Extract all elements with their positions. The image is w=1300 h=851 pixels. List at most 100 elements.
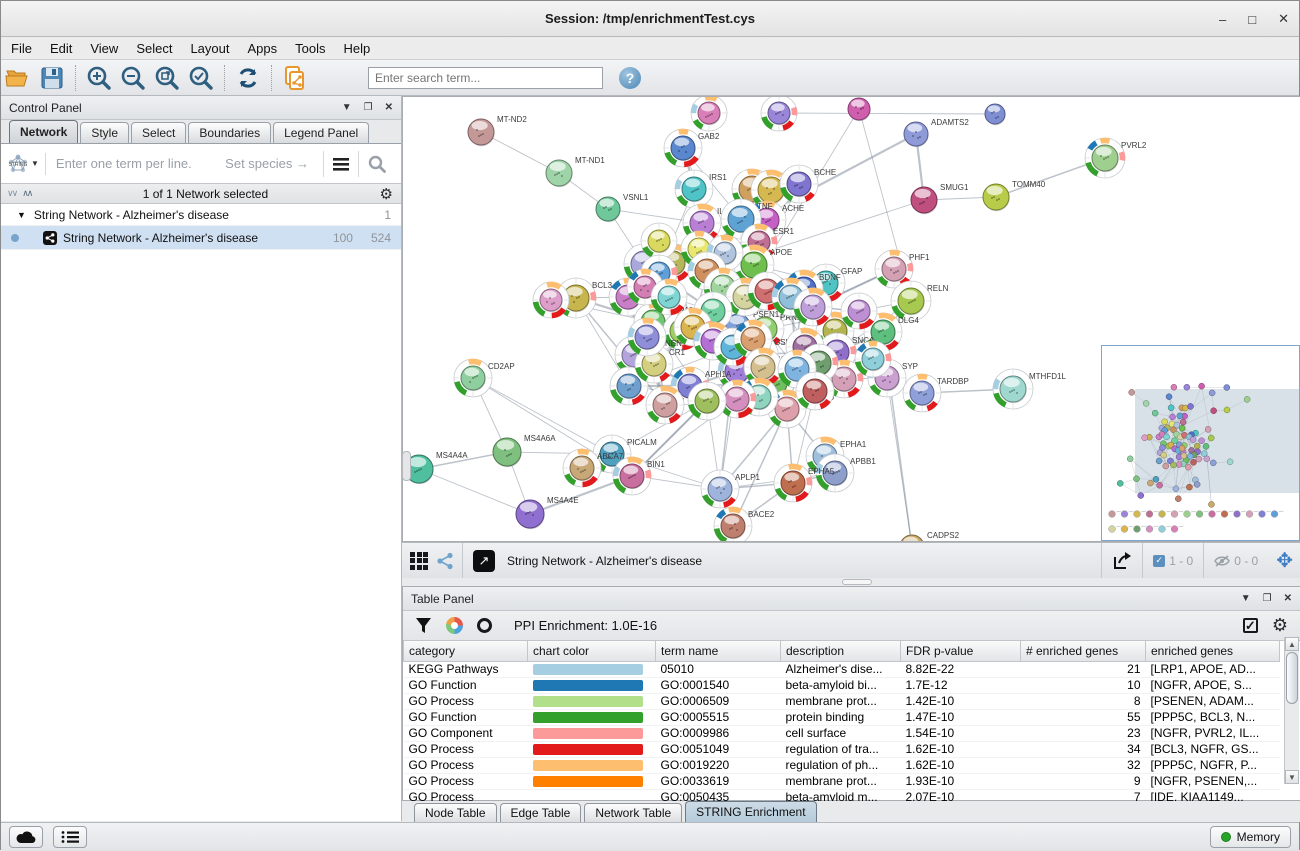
column-header-fdr-p-value[interactable]: FDR p-value (901, 641, 1021, 661)
open-in-string-icon[interactable]: ↗ (473, 550, 495, 572)
menu-layout[interactable]: Layout (190, 41, 229, 56)
network-node[interactable]: MS4A4E (516, 496, 579, 529)
network-collection-row[interactable]: ▼ String Network - Alzheimer's disease 1 (1, 204, 401, 226)
expand-all-icon[interactable]: ∧∧ (22, 188, 31, 199)
navigator-icon[interactable]: ✥ (1268, 548, 1300, 573)
panel-splitter-handle[interactable] (402, 451, 411, 481)
tab-edge-table[interactable]: Edge Table (500, 803, 582, 822)
table-row[interactable]: GO FunctionGO:0001540beta-amyloid bi...1… (404, 677, 1280, 693)
tab-node-table[interactable]: Node Table (414, 803, 497, 822)
column-header-description[interactable]: description (781, 641, 901, 661)
network-node[interactable]: BCHE (780, 165, 836, 203)
network-node[interactable]: MT-ND2 (468, 115, 527, 146)
network-node[interactable] (691, 97, 727, 131)
string-search-placeholder[interactable]: Enter one term per line. (46, 156, 225, 171)
zoom-in-button[interactable] (82, 63, 116, 93)
network-node[interactable] (794, 288, 832, 326)
table-row[interactable]: KEGG Pathways05010Alzheimer's dise...8.8… (404, 661, 1280, 677)
table-row[interactable]: GO ProcessGO:0006509membrane prot...1.42… (404, 693, 1280, 709)
network-node[interactable]: MS4A6A (493, 434, 556, 467)
menu-file[interactable]: File (11, 41, 32, 56)
network-node[interactable]: PVRL2 (1085, 138, 1147, 178)
import-network-button[interactable] (278, 63, 312, 93)
table-close-icon[interactable]: ✕ (1284, 593, 1292, 604)
select-terms-icon[interactable]: ✓ (1243, 618, 1258, 633)
network-panel-gear-icon[interactable]: ⚙ (380, 185, 393, 203)
tab-string-enrichment[interactable]: STRING Enrichment (685, 801, 816, 822)
scrollbar-thumb[interactable] (1286, 652, 1298, 704)
network-node[interactable]: MS4A4A (405, 451, 468, 484)
menu-view[interactable]: View (90, 41, 118, 56)
menu-tools[interactable]: Tools (295, 41, 325, 56)
float-panel-icon[interactable]: ❐ (364, 102, 373, 113)
table-row[interactable]: GO ComponentGO:0009986cell surface1.54E-… (404, 725, 1280, 741)
tab-legend-panel[interactable]: Legend Panel (273, 122, 369, 143)
network-node[interactable] (855, 341, 891, 377)
tab-boundaries[interactable]: Boundaries (188, 122, 271, 143)
network-node[interactable] (688, 382, 726, 420)
save-session-button[interactable] (35, 63, 69, 93)
network-node[interactable] (646, 386, 684, 424)
collapse-all-icon[interactable]: ∨∨ (7, 188, 16, 199)
table-scrollbar[interactable]: ▲ ▼ (1284, 637, 1299, 784)
help-icon[interactable]: ? (619, 67, 641, 89)
collapse-triangle-icon[interactable]: ▼ (17, 210, 26, 220)
network-node[interactable]: MT-ND1 (546, 156, 605, 187)
scroll-down-icon[interactable]: ▼ (1285, 770, 1299, 784)
enrichment-settings-icon[interactable]: ⚙ (1272, 615, 1288, 636)
maximize-button[interactable]: □ (1248, 12, 1256, 27)
string-search-icon[interactable] (358, 151, 395, 177)
filter-icon[interactable] (415, 617, 432, 634)
memory-button[interactable]: Memory (1210, 826, 1291, 848)
network-node[interactable]: BIN1 (613, 457, 665, 495)
column-header-category[interactable]: category (404, 641, 528, 661)
network-node[interactable] (848, 98, 871, 121)
menu-select[interactable]: Select (136, 41, 172, 56)
tab-network[interactable]: Network (9, 120, 78, 143)
set-species-hint[interactable]: Set species → (225, 156, 323, 171)
network-node[interactable] (761, 97, 797, 131)
ring-chart-icon[interactable] (477, 618, 492, 633)
table-float-icon[interactable]: ❐ (1263, 593, 1272, 604)
column-header--enriched-genes[interactable]: # enriched genes (1021, 641, 1146, 661)
network-node[interactable] (796, 372, 834, 410)
network-node[interactable]: CD2AP (454, 359, 515, 397)
network-row[interactable]: String Network - Alzheimer's disease 100… (1, 226, 401, 250)
search-input[interactable] (368, 67, 603, 89)
network-node[interactable] (841, 293, 877, 329)
table-row[interactable]: GO ProcessGO:0019220regulation of ph...1… (404, 757, 1280, 773)
network-node[interactable]: ADAMTS2 (904, 118, 969, 147)
network-node[interactable]: PHF1 (875, 250, 930, 288)
grid-view-icon[interactable] (410, 552, 428, 570)
menu-edit[interactable]: Edit (50, 41, 72, 56)
network-node[interactable]: APLP1 (701, 470, 760, 508)
network-node[interactable] (533, 282, 569, 318)
network-node[interactable]: IRS1 (675, 170, 727, 208)
zoom-out-button[interactable] (116, 63, 150, 93)
cloud-tasks-button[interactable] (9, 826, 43, 848)
menu-apps[interactable]: Apps (248, 41, 278, 56)
table-row[interactable]: GO FunctionGO:0005515protein binding1.47… (404, 709, 1280, 725)
string-options-icon[interactable] (323, 151, 358, 177)
panel-menu-icon[interactable]: ▼ (342, 102, 352, 113)
horizontal-splitter[interactable] (402, 578, 1300, 586)
network-node[interactable]: BACE2 (714, 507, 775, 541)
network-node[interactable]: VSNL1 (596, 193, 649, 222)
network-node[interactable]: GAB2 (664, 129, 720, 167)
column-header-enriched-genes[interactable]: enriched genes (1146, 641, 1280, 661)
network-node[interactable]: TARDBP (903, 374, 969, 412)
network-node[interactable]: RELN (891, 281, 949, 321)
network-node[interactable] (628, 318, 666, 356)
share-view-icon[interactable] (436, 552, 454, 570)
refresh-button[interactable] (231, 63, 265, 93)
scroll-up-icon[interactable]: ▲ (1285, 637, 1299, 651)
chart-donut-icon[interactable] (446, 617, 463, 634)
network-node[interactable]: MTHFD1L (993, 369, 1066, 409)
network-node[interactable] (985, 104, 1006, 125)
column-header-chart-color[interactable]: chart color (528, 641, 656, 661)
table-row[interactable]: GO ProcessGO:0051049regulation of tra...… (404, 741, 1280, 757)
table-panel-menu-icon[interactable]: ▼ (1241, 593, 1251, 604)
close-button[interactable]: ✕ (1278, 11, 1289, 27)
network-node[interactable] (651, 279, 687, 315)
tab-network-table[interactable]: Network Table (584, 803, 682, 822)
